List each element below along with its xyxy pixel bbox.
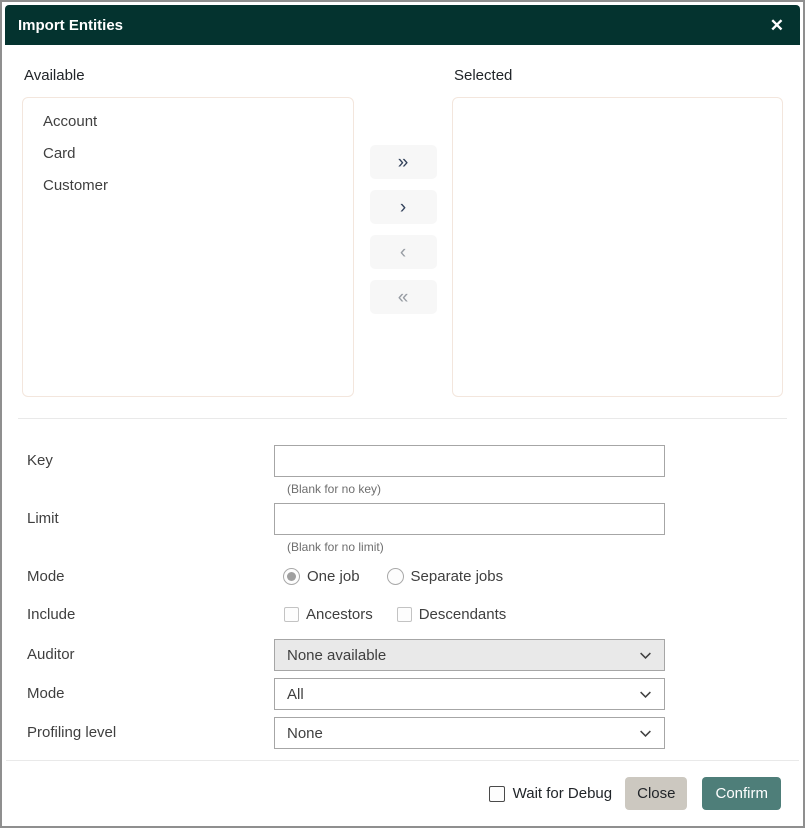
move-right-button[interactable]: › [370,190,437,224]
auditor-label: Auditor [22,639,274,671]
profiling-level-row: Profiling level None [22,717,783,749]
profiling-level-select[interactable]: None [274,717,665,749]
wait-for-debug-checkbox[interactable]: Wait for Debug [489,785,613,802]
radio-unselected-icon [387,568,404,585]
mode-radio-label: Mode [22,568,274,585]
list-item[interactable]: Account [23,106,353,138]
radio-selected-icon [283,568,300,585]
include-label: Include [22,606,274,623]
mode-select-label: Mode [22,678,274,710]
key-input[interactable] [274,445,665,477]
available-column: Available Account Card Customer [22,67,354,397]
auditor-select-value: None available [287,647,386,664]
move-left-button[interactable]: ‹ [370,235,437,269]
close-button[interactable]: Close [625,777,687,810]
section-divider [18,418,787,419]
list-item[interactable]: Customer [23,170,353,202]
checkbox-icon [284,607,299,622]
dialog-footer: Wait for Debug Close Confirm [6,760,799,826]
selected-column: Selected [452,67,783,397]
profiling-level-value: None [287,725,323,742]
limit-row: Limit (Blank for no limit) [22,503,783,554]
auditor-select[interactable]: None available [274,639,665,671]
import-options-form: Key (Blank for no key) Limit (Blank for … [22,445,783,749]
dialog-header: Import Entities ✕ [5,5,800,45]
profiling-level-label: Profiling level [22,717,274,749]
list-item[interactable]: Card [23,138,353,170]
confirm-button[interactable]: Confirm [702,777,781,810]
key-hint: (Blank for no key) [274,477,665,496]
chevron-down-icon [639,688,652,701]
checkbox-descendants[interactable]: Descendants [397,606,507,623]
auditor-row: Auditor None available [22,639,783,671]
chevron-down-icon [639,727,652,740]
move-all-right-button[interactable]: » [370,145,437,179]
key-label: Key [22,445,274,477]
mode-radio-row: Mode One job Separate jobs [22,562,783,590]
move-all-left-button[interactable]: « [370,280,437,314]
limit-input[interactable] [274,503,665,535]
limit-label: Limit [22,503,274,535]
dialog-body: Available Account Card Customer » › ‹ « … [5,45,800,760]
transfer-buttons: » › ‹ « [354,67,452,397]
radio-one-job[interactable]: One job [283,568,360,585]
close-icon[interactable]: ✕ [770,17,784,34]
mode-select[interactable]: All [274,678,665,710]
include-row: Include Ancestors Descendants [22,600,783,628]
available-listbox[interactable]: Account Card Customer [22,97,354,397]
dialog-title: Import Entities [18,17,123,34]
chevron-down-icon [639,649,652,662]
key-row: Key (Blank for no key) [22,445,783,496]
import-entities-dialog: Import Entities ✕ Available Account Card… [0,0,805,828]
checkbox-icon [397,607,412,622]
limit-hint: (Blank for no limit) [274,535,665,554]
selected-listbox[interactable] [452,97,783,397]
radio-separate-jobs[interactable]: Separate jobs [387,568,504,585]
entity-transfer-section: Available Account Card Customer » › ‹ « … [22,67,783,397]
selected-label: Selected [454,67,783,84]
available-label: Available [24,67,354,84]
checkbox-icon [489,786,505,802]
checkbox-ancestors[interactable]: Ancestors [284,606,373,623]
mode-select-row: Mode All [22,678,783,710]
mode-select-value: All [287,686,304,703]
